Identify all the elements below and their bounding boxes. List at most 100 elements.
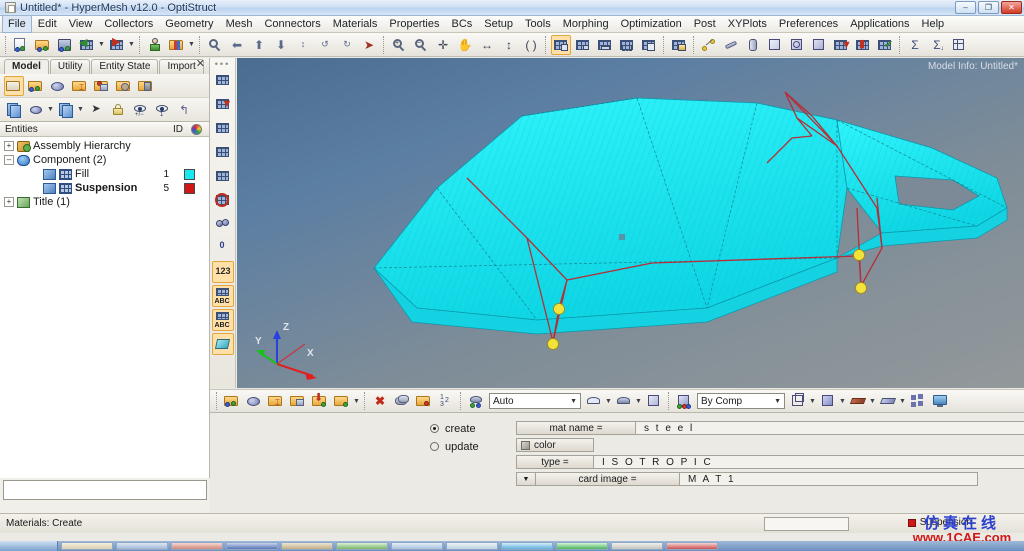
mesh-element-icon[interactable] — [212, 141, 234, 163]
undo-icon[interactable]: ⬅ — [227, 35, 247, 55]
find-icon[interactable] — [414, 391, 434, 411]
tree-item[interactable]: – Component (2) — [0, 153, 209, 167]
close-button[interactable]: ✕ — [1001, 1, 1022, 14]
tree-item[interactable]: Suspension 5 — [26, 181, 209, 195]
cylinder-icon[interactable] — [743, 35, 763, 55]
taskbar-item[interactable] — [446, 542, 498, 550]
view-rotate-left-icon[interactable]: ↺ — [315, 35, 335, 55]
mesh-lines-icon[interactable] — [212, 69, 234, 91]
mat-name-label[interactable]: mat name = — [516, 421, 636, 435]
fit-view-icon[interactable]: ✛ — [433, 35, 453, 55]
box-solid-icon[interactable] — [765, 35, 785, 55]
taskbar-item[interactable] — [61, 542, 113, 550]
tree-item-color-swatch[interactable] — [184, 182, 195, 194]
selection-mode-icon[interactable] — [466, 391, 486, 411]
mesh-arrow-icon[interactable]: ▼ — [212, 93, 234, 115]
wireframe-dropdown-arrow-icon[interactable]: ▼ — [605, 392, 612, 410]
feature-lines-icon[interactable] — [848, 391, 868, 411]
numbering-icon[interactable]: 123 — [211, 261, 234, 283]
wireframe-cube-icon[interactable] — [788, 391, 808, 411]
set-icon[interactable] — [136, 76, 156, 96]
type-value[interactable]: I S O T R O P I C — [594, 455, 1024, 469]
organize-dropdown-arrow-icon[interactable]: ▼ — [353, 392, 360, 410]
summation-icon[interactable]: Σ — [905, 35, 925, 55]
menu-morphing[interactable]: Morphing — [557, 15, 615, 33]
full-screen-icon[interactable] — [930, 391, 950, 411]
color-button[interactable]: color — [516, 438, 594, 452]
vertical-translate-icon[interactable]: ↕ — [499, 35, 519, 55]
front-view-icon[interactable] — [595, 35, 615, 55]
tree-item[interactable]: Fill 1 — [26, 167, 209, 181]
maximize-button[interactable]: ❐ — [978, 1, 999, 14]
surface-edge-icon[interactable] — [211, 333, 234, 355]
menu-properties[interactable]: Properties — [383, 15, 445, 33]
component-display-icon[interactable] — [26, 100, 46, 120]
export-solver-deck-icon[interactable]: ◀ — [77, 35, 97, 55]
label-abc-icon[interactable]: ABC — [211, 285, 234, 307]
menu-mesh[interactable]: Mesh — [220, 15, 259, 33]
taskbar-item[interactable] — [116, 542, 168, 550]
mesh-solid-icon[interactable]: ▮ — [853, 35, 873, 55]
color-mode-select[interactable]: By Comp ▼ — [697, 393, 785, 409]
load-userprofile-icon[interactable] — [167, 35, 187, 55]
shaded-surface-icon[interactable] — [878, 391, 898, 411]
card-image-label[interactable]: card image = — [536, 472, 680, 486]
mesh-display-dropdown-arrow-icon[interactable]: ▼ — [77, 101, 84, 119]
radio-create[interactable]: create — [430, 421, 479, 436]
card-image-value[interactable]: M A T 1 — [680, 472, 978, 486]
component-sphere-icon[interactable] — [244, 391, 264, 411]
reverse-icon[interactable]: ↰ — [174, 100, 194, 120]
menu-xyplots[interactable]: XYPlots — [722, 15, 773, 33]
display-collector-icon[interactable] — [4, 100, 24, 120]
property-icon[interactable]: ⌶ — [70, 76, 90, 96]
mat-name-input[interactable]: s t e e l — [636, 421, 1024, 435]
menu-tools[interactable]: Tools — [519, 15, 557, 33]
browser-message-box[interactable] — [3, 480, 207, 500]
matrix-browser-icon[interactable] — [949, 35, 969, 55]
translate-icon[interactable]: ↔ — [477, 35, 497, 55]
userprofile-dropdown-arrow-icon[interactable]: ▼ — [188, 36, 195, 54]
assign-component-icon[interactable] — [222, 391, 242, 411]
taskbar-item[interactable] — [336, 542, 388, 550]
sphere-solid-icon[interactable] — [787, 35, 807, 55]
menu-optimization[interactable]: Optimization — [615, 15, 688, 33]
open-model-icon[interactable] — [11, 35, 31, 55]
menu-connectors[interactable]: Connectors — [258, 15, 326, 33]
hidden-line-dropdown-arrow-icon[interactable]: ▼ — [635, 392, 642, 410]
taskbar-item[interactable] — [666, 542, 718, 550]
delete-icon[interactable]: ✖ — [370, 391, 390, 411]
organize-icon[interactable] — [332, 391, 352, 411]
mesh-shrink-icon[interactable] — [212, 117, 234, 139]
wireframe-icon[interactable] — [584, 391, 604, 411]
tree-item[interactable]: + Assembly Hierarchy — [0, 139, 209, 153]
line-edit-icon[interactable] — [721, 35, 741, 55]
shaded-surface-dropdown-arrow-icon[interactable]: ▼ — [899, 392, 906, 410]
view-next-icon[interactable]: ↕ — [293, 35, 313, 55]
component-display-dropdown-arrow-icon[interactable]: ▼ — [47, 101, 54, 119]
menu-applications[interactable]: Applications — [844, 15, 915, 33]
curve-icon[interactable] — [114, 76, 134, 96]
iso-view-icon[interactable] — [639, 35, 659, 55]
graphics-viewport[interactable]: Model Info: Untitled* 1CAE.COM — [237, 58, 1024, 388]
color-by-icon[interactable] — [674, 391, 694, 411]
reset-view-icon[interactable]: ( ) — [521, 35, 541, 55]
component-icon[interactable] — [48, 76, 68, 96]
redo-icon[interactable]: ⬆ — [249, 35, 269, 55]
shaded-cube-dropdown-arrow-icon[interactable]: ▼ — [839, 392, 846, 410]
menu-setup[interactable]: Setup — [478, 15, 519, 33]
feature-lines-dropdown-arrow-icon[interactable]: ▼ — [869, 392, 876, 410]
export-geometry-icon[interactable]: ▶ — [107, 35, 127, 55]
tree-item-color-swatch[interactable] — [184, 168, 195, 180]
model-tree[interactable]: + Assembly Hierarchy – Component (2) Fill 1 Su… — [0, 137, 209, 526]
status-input[interactable] — [764, 517, 849, 531]
expand-icon[interactable]: + — [4, 141, 14, 151]
expand-icon[interactable]: + — [4, 197, 14, 207]
show-hide-icon[interactable]: +/− — [130, 100, 150, 120]
card-image-dropdown-icon[interactable]: ▼ — [516, 472, 536, 486]
tab-entity-state[interactable]: Entity State — [91, 59, 159, 74]
taskbar-item[interactable] — [611, 542, 663, 550]
menu-view[interactable]: View — [63, 15, 99, 33]
pan-icon[interactable]: ✋ — [455, 35, 475, 55]
shrink-solid-icon[interactable] — [809, 35, 829, 55]
taskbar-item[interactable] — [501, 542, 553, 550]
